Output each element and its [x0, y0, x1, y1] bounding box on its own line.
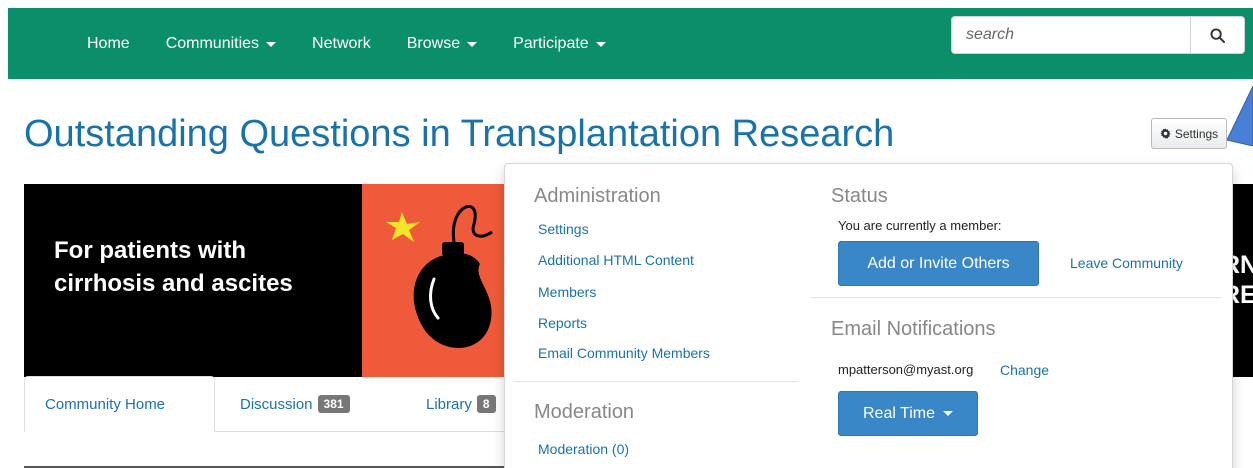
change-email-link[interactable]: Change — [1000, 362, 1049, 378]
banner-illustration — [362, 184, 522, 377]
membership-status-text: You are currently a member: — [838, 218, 1002, 233]
tab-discussion-label: Discussion — [240, 395, 313, 413]
nav-home-label: Home — [87, 34, 130, 52]
moderation-heading: Moderation — [534, 401, 635, 423]
chevron-down-icon — [266, 42, 277, 47]
settings-button[interactable]: Settings — [1151, 118, 1227, 149]
admin-link-members[interactable]: Members — [538, 284, 596, 300]
nav-browse-label: Browse — [406, 34, 461, 52]
discussion-count-badge: 381 — [317, 395, 350, 413]
nav-browse[interactable]: Browse — [406, 34, 478, 53]
nav-home[interactable]: Home — [87, 35, 130, 53]
search-icon — [1210, 27, 1225, 43]
bomb-illustration — [386, 205, 493, 348]
pointer-arrow-annotation — [1227, 86, 1253, 146]
page-root: Home Communities Network Browse Particip… — [0, 0, 1253, 468]
main-nav: Home Communities Network Browse Particip… — [87, 8, 642, 79]
library-count-badge: 8 — [476, 395, 496, 413]
chevron-down-icon — [467, 42, 478, 47]
search-input[interactable] — [951, 16, 1190, 54]
nav-communities[interactable]: Communities — [165, 34, 277, 53]
administration-heading: Administration — [534, 185, 661, 207]
moderation-link[interactable]: Moderation (0) — [538, 441, 629, 457]
banner-line-1: For patients with — [54, 237, 246, 264]
chevron-down-icon — [943, 411, 954, 416]
nav-communities-label: Communities — [165, 34, 260, 52]
nav-network-label: Network — [312, 34, 371, 52]
admin-link-html-content[interactable]: Additional HTML Content — [538, 252, 694, 268]
email-notifications-heading: Email Notifications — [831, 318, 996, 340]
notification-frequency-label: Real Time — [862, 404, 936, 422]
nav-participate-label: Participate — [513, 34, 589, 52]
chevron-down-icon — [595, 42, 606, 47]
admin-link-reports[interactable]: Reports — [538, 315, 587, 331]
leave-community-link[interactable]: Leave Community — [1070, 255, 1183, 271]
notification-frequency-dropdown[interactable]: Real Time — [838, 391, 978, 436]
banner-line-2: cirrhosis and ascites — [54, 270, 293, 297]
nav-participate[interactable]: Participate — [513, 35, 606, 53]
settings-button-label: Settings — [1174, 126, 1219, 141]
tab-library-label: Library — [426, 395, 472, 413]
tab-community-home[interactable]: Community Home — [24, 376, 215, 432]
tab-community-home-label: Community Home — [45, 395, 166, 413]
admin-divider — [513, 381, 799, 382]
settings-dropdown-menu: Administration Settings Additional HTML … — [504, 163, 1233, 468]
member-email-address: mpatterson@myast.org — [838, 362, 974, 377]
admin-link-email-members[interactable]: Email Community Members — [538, 345, 710, 361]
add-invite-button-label: Add or Invite Others — [867, 254, 1010, 272]
search-button[interactable] — [1190, 16, 1245, 54]
banner-headline: For patients with cirrhosis and ascites — [54, 234, 293, 300]
gear-icon — [1160, 128, 1171, 139]
tab-library[interactable]: Library 8 — [426, 376, 496, 432]
nav-network[interactable]: Network — [312, 35, 371, 53]
status-divider — [811, 297, 1221, 298]
admin-link-settings[interactable]: Settings — [538, 221, 589, 237]
add-invite-button[interactable]: Add or Invite Others — [838, 241, 1039, 286]
page-title: Outstanding Questions in Transplantation… — [24, 113, 895, 155]
tab-discussion[interactable]: Discussion 381 — [240, 376, 350, 432]
status-heading: Status — [831, 185, 888, 207]
